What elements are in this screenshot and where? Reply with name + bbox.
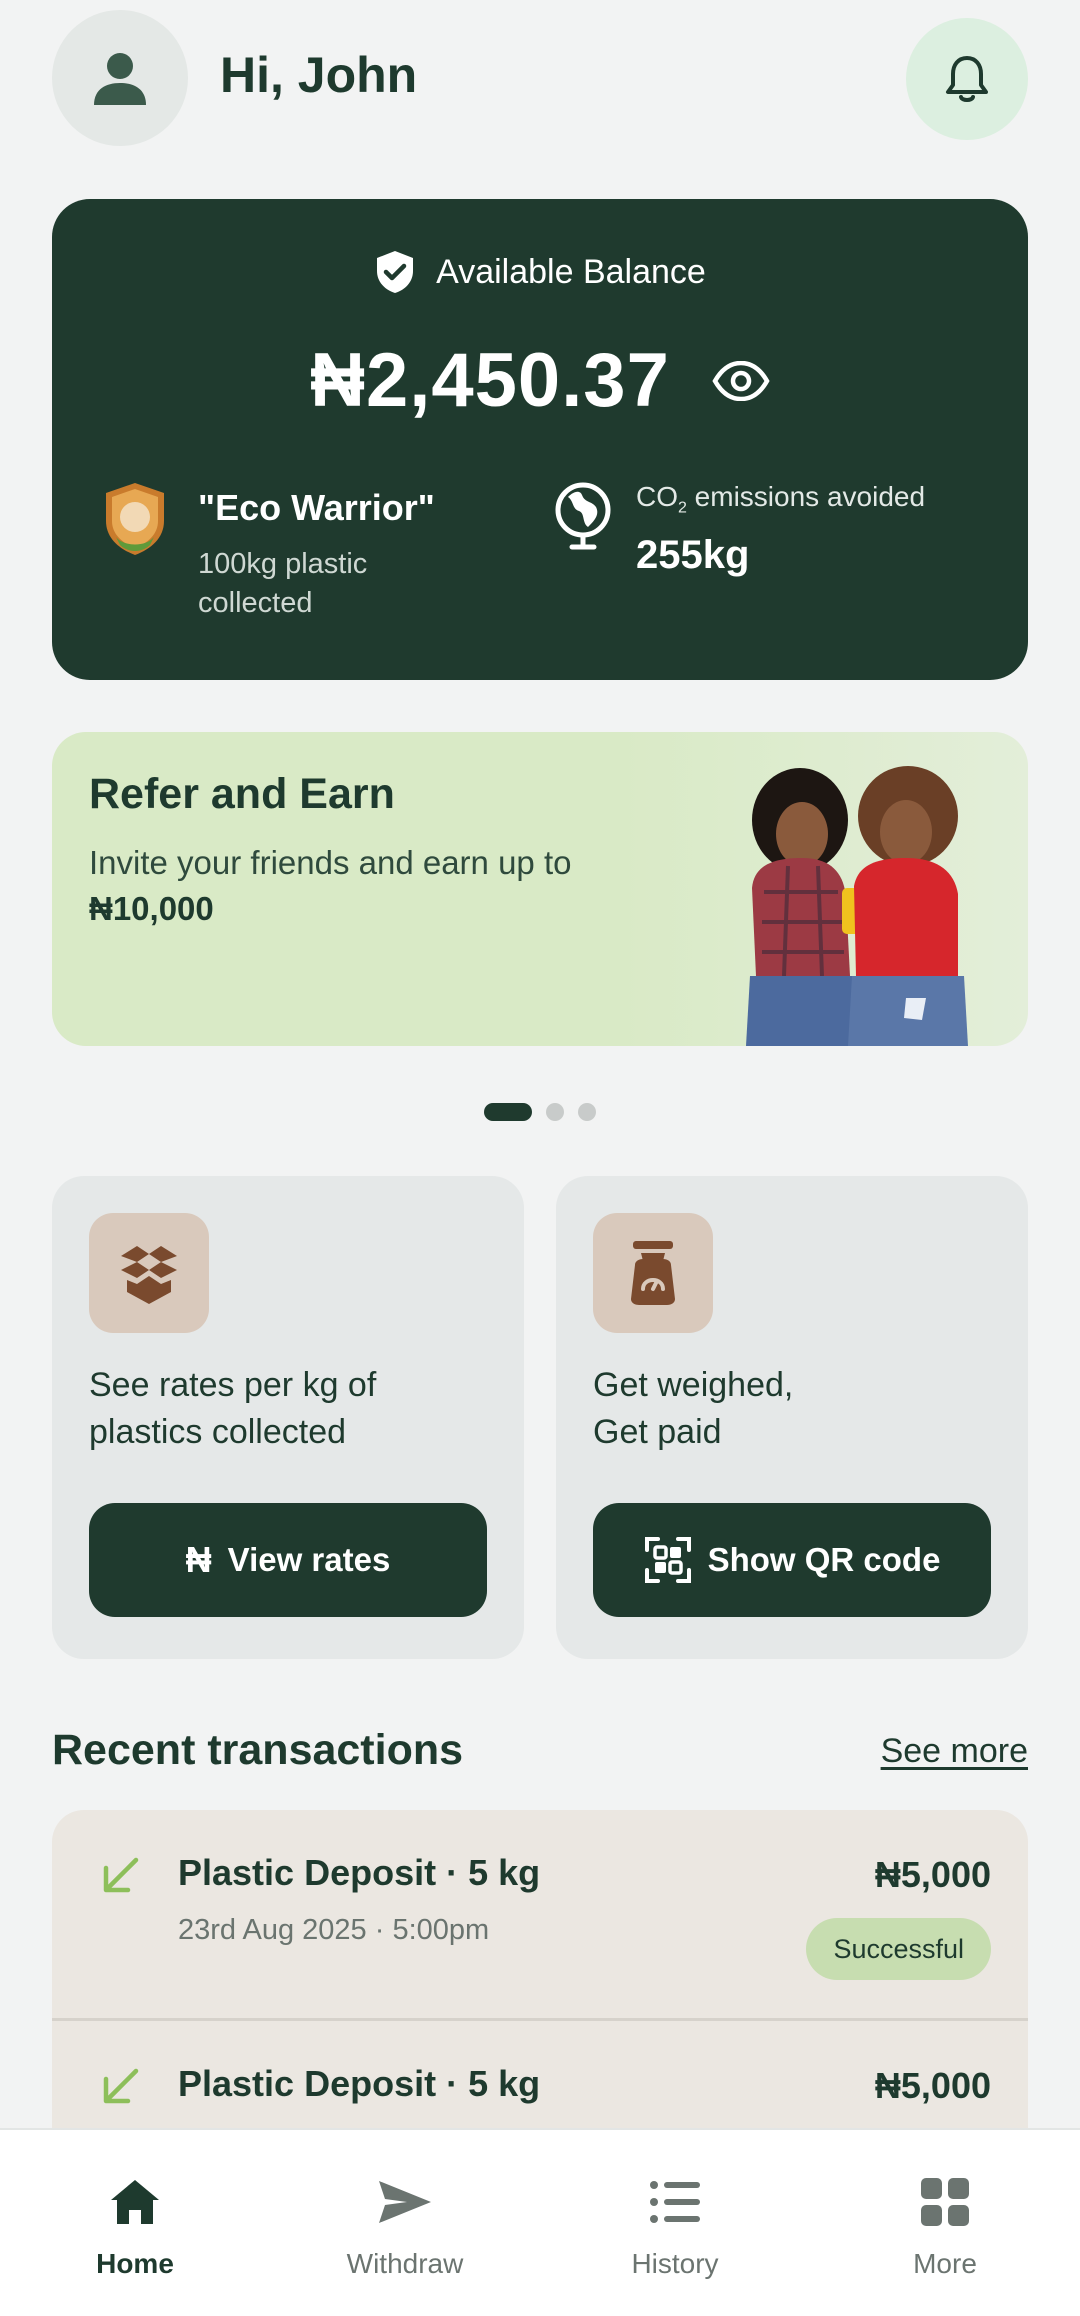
refer-text: Invite your friends and earn up to ₦10,0… — [89, 840, 649, 932]
friends-illustration — [746, 766, 968, 1046]
scale-icon — [631, 1241, 675, 1305]
nav-withdraw[interactable]: Withdraw — [270, 2130, 540, 2316]
carousel-dot-active[interactable] — [484, 1103, 532, 1121]
weigh-description: Get weighed, Get paid — [593, 1366, 794, 1451]
see-more-link[interactable]: See more — [881, 1732, 1028, 1771]
transaction-row[interactable]: Plastic Deposit · 5 kg ₦5,000 — [52, 2021, 1028, 2130]
shield-check-icon — [377, 251, 414, 293]
globe-icon — [555, 482, 611, 550]
transactions-list: Plastic Deposit · 5 kg 23rd Aug 2025 · 5… — [52, 1810, 1028, 2130]
co2-label: CO2 emissions avoided — [636, 481, 926, 517]
refer-banner[interactable]: Refer and Earn Invite your friends and e… — [52, 732, 1028, 1046]
send-icon — [375, 2172, 435, 2232]
nav-withdraw-label: Withdraw — [346, 2248, 464, 2279]
balance-label-row: Available Balance — [52, 249, 1028, 295]
header: Hi, John — [52, 10, 1028, 146]
balance-label: Available Balance — [436, 252, 706, 291]
rates-description: See rates per kg of plastics collected — [89, 1366, 377, 1451]
view-rates-label: View rates — [227, 1541, 391, 1578]
user-icon — [94, 53, 146, 105]
avatar[interactable] — [52, 10, 188, 146]
show-qr-label: Show QR code — [707, 1541, 941, 1578]
balance-amount: ₦2,450.37 — [310, 338, 670, 423]
transaction-row[interactable]: Plastic Deposit · 5 kg 23rd Aug 2025 · 5… — [52, 1810, 1028, 2021]
show-qr-button[interactable]: Show QR code — [593, 1503, 991, 1617]
weigh-card: Get weighed, Get paid Show QR code — [556, 1176, 1028, 1659]
qr-code-icon — [644, 1537, 691, 1583]
arrow-down-left-icon — [103, 1857, 139, 1893]
refer-amount: ₦10,000 — [89, 890, 214, 927]
list-icon — [645, 2172, 705, 2232]
carousel-dot[interactable] — [546, 1103, 564, 1121]
home-icon — [105, 2172, 165, 2232]
badge-subtitle: 100kg plastic collected — [198, 548, 368, 619]
nav-history-label: History — [631, 2248, 719, 2279]
refer-description: Invite your friends and earn up to — [89, 844, 572, 881]
rates-icon-tile — [89, 1213, 209, 1333]
eco-badge: "Eco Warrior" 100kg plastic collected — [102, 481, 532, 641]
refer-title: Refer and Earn — [89, 770, 395, 818]
carousel-dot[interactable] — [578, 1103, 596, 1121]
nav-home[interactable]: Home — [0, 2130, 270, 2316]
balance-amount-row: ₦2,450.37 — [52, 337, 1028, 424]
transaction-amount: ₦5,000 — [874, 2065, 991, 2106]
box-icon — [121, 1246, 177, 1304]
naira-icon: ₦ — [185, 1539, 212, 1580]
bottom-nav: Home Withdraw History More — [0, 2128, 1080, 2316]
co2-value: 255kg — [636, 533, 750, 577]
nav-home-label: Home — [96, 2248, 174, 2279]
view-rates-button[interactable]: ₦ View rates — [89, 1503, 487, 1617]
eco-warrior-badge-icon — [106, 483, 164, 555]
status-badge: Successful — [806, 1918, 991, 1980]
nav-more[interactable]: More — [810, 2130, 1080, 2316]
carousel-indicator — [0, 1103, 1080, 1121]
bell-icon — [946, 56, 988, 102]
transaction-date: 23rd Aug 2025 · 5:00pm — [178, 1914, 490, 1946]
grid-icon — [915, 2172, 975, 2232]
notifications-button[interactable] — [906, 18, 1028, 140]
rates-card: See rates per kg of plastics collected ₦ … — [52, 1176, 524, 1659]
eye-icon[interactable] — [712, 360, 770, 401]
transaction-amount: ₦5,000 — [874, 1854, 991, 1895]
balance-card: Available Balance ₦2,450.37 "Eco Warrior… — [52, 199, 1028, 680]
badge-title: "Eco Warrior" — [198, 487, 435, 528]
weigh-icon-tile — [593, 1213, 713, 1333]
transaction-title: Plastic Deposit · 5 kg — [178, 2063, 541, 2104]
greeting: Hi, John — [220, 47, 418, 103]
transaction-title: Plastic Deposit · 5 kg — [178, 1852, 541, 1893]
recent-transactions-title: Recent transactions — [52, 1726, 464, 1774]
nav-history[interactable]: History — [540, 2130, 810, 2316]
arrow-down-left-icon — [103, 2068, 139, 2104]
co2-stat: CO2 emissions avoided 255kg — [552, 481, 1002, 601]
nav-more-label: More — [913, 2248, 977, 2279]
